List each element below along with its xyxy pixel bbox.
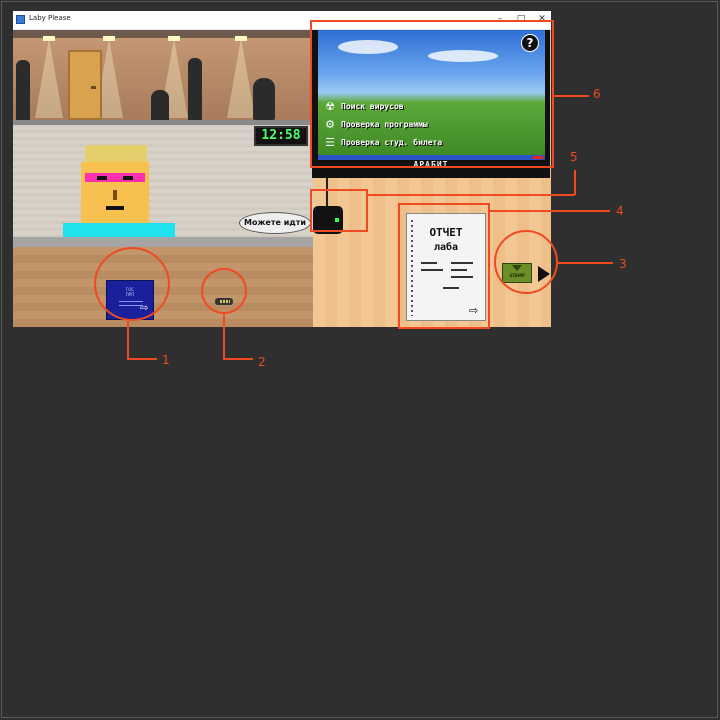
person-silhouette — [16, 60, 30, 120]
annotation-box-5 — [310, 189, 368, 232]
person-silhouette — [151, 90, 169, 120]
leader-line — [554, 95, 589, 97]
leader-line — [223, 314, 225, 359]
person-silhouette — [253, 78, 275, 120]
annotation-box-6 — [310, 20, 554, 168]
annotation-number-1: 1 — [162, 353, 170, 367]
speech-bubble: Можете идти — [239, 212, 311, 234]
character-glasses — [85, 173, 145, 182]
light-beam — [227, 38, 255, 118]
annotation-circle-1 — [94, 247, 170, 321]
annotation-number-5: 5 — [570, 150, 578, 164]
digital-clock: 12:58 — [254, 126, 308, 146]
leader-line — [490, 210, 610, 212]
annotation-number-4: 4 — [616, 204, 624, 218]
counter-top — [13, 237, 313, 247]
leader-line — [558, 262, 613, 264]
hallway-background — [13, 30, 313, 125]
annotation-number-6: 6 — [593, 87, 601, 101]
window-title: Laby Please — [29, 14, 71, 22]
character-nose — [113, 190, 117, 200]
leader-line — [223, 358, 253, 360]
annotation-number-2: 2 — [258, 355, 266, 369]
annotation-circle-2 — [201, 268, 247, 314]
leader-line — [127, 321, 129, 359]
annotation-number-3: 3 — [619, 257, 627, 271]
hallway-door — [68, 50, 102, 120]
leader-line — [127, 358, 157, 360]
light-beam — [35, 38, 63, 118]
character-mouth — [106, 206, 124, 210]
leader-line — [574, 170, 576, 195]
leader-line — [367, 194, 575, 196]
annotation-box-4 — [398, 203, 490, 329]
person-silhouette — [188, 58, 202, 120]
app-icon — [16, 15, 25, 24]
character-eye — [123, 176, 133, 180]
annotation-circle-3 — [494, 230, 558, 294]
ceiling — [13, 30, 313, 38]
character-eye — [97, 176, 107, 180]
